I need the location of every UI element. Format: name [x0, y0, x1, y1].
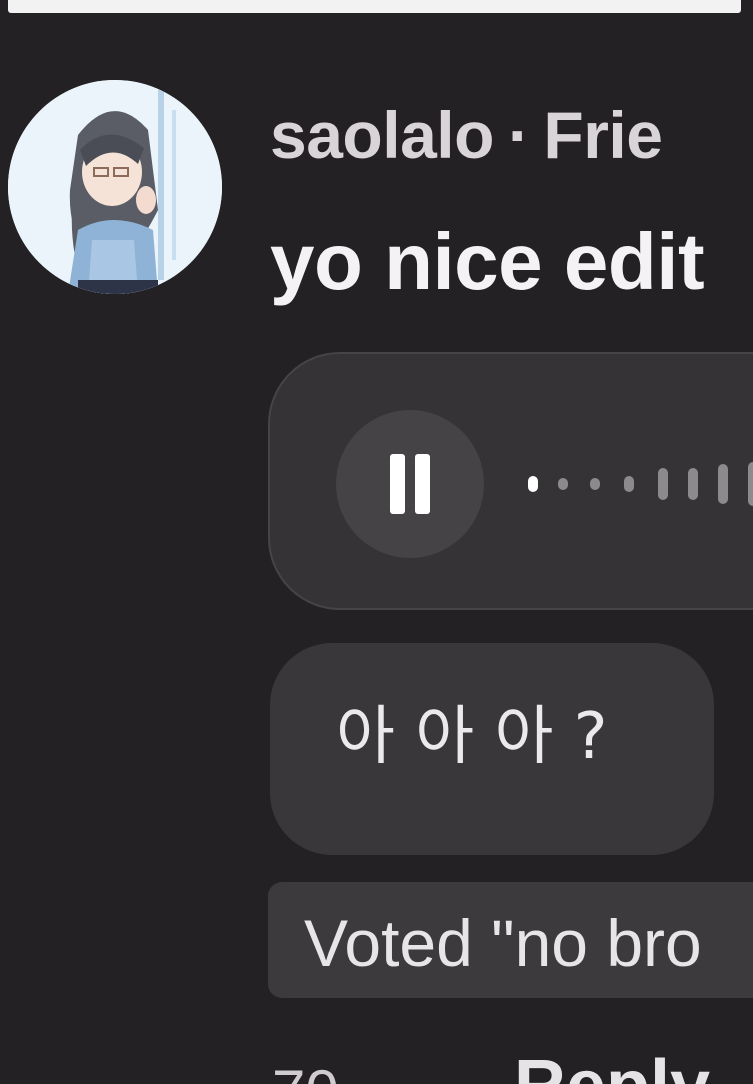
top-divider-bar [8, 0, 741, 13]
audio-waveform[interactable] [528, 458, 753, 510]
like-count: 70 [272, 1062, 339, 1084]
username-link[interactable]: saolalo [270, 98, 494, 172]
comment-header: saolalo · Frie [270, 102, 663, 168]
comment-screen: saolalo · Frie yo nice edit 아 아 아 ? Voted … [0, 0, 753, 1084]
pause-button[interactable] [336, 410, 484, 558]
avatar[interactable] [8, 80, 222, 294]
reply-text: 아 아 아 ? [336, 700, 608, 774]
voice-message-card[interactable] [268, 352, 753, 610]
poll-vote-label: Voted "no bro [304, 906, 702, 980]
reply-bubble[interactable]: 아 아 아 ? [270, 643, 714, 855]
comment-text: yo nice edit [270, 217, 705, 306]
poll-vote-tag[interactable]: Voted "no bro [268, 882, 753, 998]
avatar-illustration-icon [8, 80, 222, 294]
pause-icon [390, 454, 432, 514]
relation-label: Frie [543, 98, 663, 172]
reply-button[interactable]: Reply [514, 1050, 710, 1084]
header-separator: · [507, 98, 530, 172]
